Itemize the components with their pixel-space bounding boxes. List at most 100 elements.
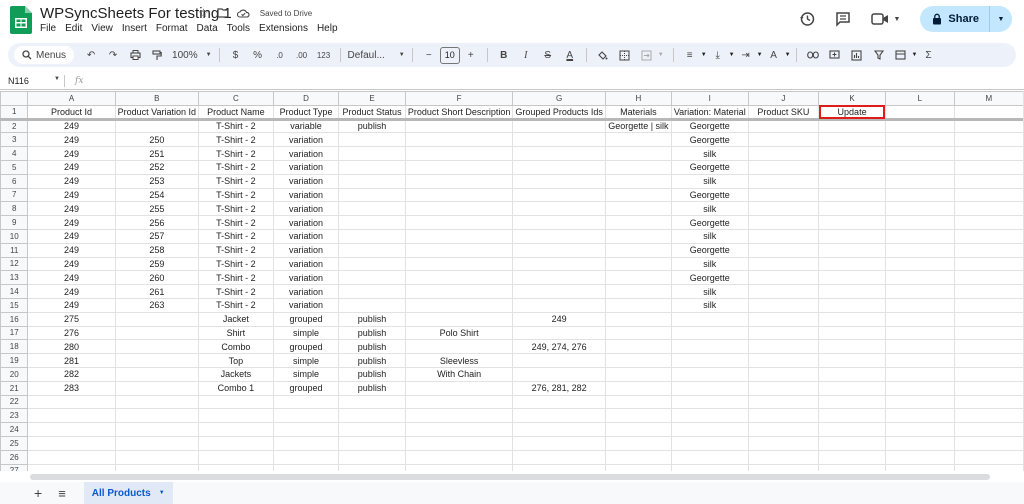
cell[interactable] — [884, 408, 955, 424]
column-header-a[interactable]: A — [27, 91, 116, 106]
header-cell[interactable]: Product Name — [198, 104, 274, 121]
cell[interactable]: 252 — [114, 159, 200, 175]
cell[interactable] — [953, 284, 1024, 299]
cell[interactable] — [747, 215, 820, 230]
cell[interactable] — [747, 146, 820, 161]
cell[interactable] — [818, 394, 886, 410]
insert-comment-icon[interactable] — [826, 45, 844, 65]
add-sheet-icon[interactable]: + — [34, 485, 42, 501]
cell[interactable] — [27, 422, 116, 437]
cell[interactable] — [747, 339, 820, 355]
column-header-i[interactable]: I — [670, 91, 749, 106]
cell[interactable] — [272, 394, 340, 410]
vertical-align-icon[interactable]: ⤓ — [709, 45, 727, 65]
cell[interactable] — [604, 422, 672, 437]
cell[interactable] — [747, 394, 820, 410]
cell[interactable]: silk — [670, 256, 749, 272]
cell[interactable]: publish — [338, 353, 406, 368]
cell[interactable]: 276, 281, 282 — [512, 380, 606, 396]
cell[interactable] — [198, 422, 274, 437]
cell[interactable] — [604, 366, 672, 382]
cell[interactable] — [512, 394, 606, 410]
filter-icon[interactable] — [870, 45, 888, 65]
cell[interactable] — [953, 339, 1024, 355]
cell[interactable] — [884, 394, 955, 410]
cell[interactable]: grouped — [272, 380, 340, 396]
cell[interactable] — [604, 297, 672, 313]
row-header[interactable]: 22 — [0, 394, 29, 410]
cell[interactable] — [338, 297, 406, 313]
cell[interactable]: T-Shirt - 2 — [198, 146, 274, 161]
name-box[interactable]: N116 ▼ — [0, 76, 64, 86]
header-cell[interactable]: Product SKU — [747, 104, 820, 121]
cell[interactable]: simple — [272, 366, 340, 382]
cell[interactable] — [747, 242, 820, 258]
cell[interactable] — [338, 173, 406, 189]
cell[interactable]: 251 — [114, 146, 200, 161]
row-header[interactable]: 12 — [0, 256, 29, 272]
menu-extensions[interactable]: Extensions — [259, 23, 308, 34]
cell[interactable] — [884, 325, 955, 341]
cell[interactable] — [512, 463, 606, 471]
cell[interactable]: variation — [272, 201, 340, 217]
cell[interactable]: T-Shirt - 2 — [198, 118, 274, 134]
cell[interactable] — [953, 380, 1024, 396]
cell[interactable]: 249 — [27, 215, 116, 230]
cell[interactable] — [512, 297, 606, 313]
cell[interactable] — [198, 463, 274, 471]
cell[interactable] — [818, 215, 886, 230]
column-header-b[interactable]: B — [114, 91, 200, 106]
cell[interactable] — [27, 449, 116, 465]
fill-color-icon[interactable] — [594, 45, 612, 65]
header-cell[interactable]: Variation: Material — [670, 104, 749, 121]
cell[interactable] — [512, 284, 606, 299]
cell[interactable] — [818, 132, 886, 148]
cell[interactable]: simple — [272, 325, 340, 341]
cell[interactable] — [338, 408, 406, 424]
cell[interactable] — [747, 463, 820, 471]
cell[interactable] — [670, 353, 749, 368]
cell[interactable]: grouped — [272, 311, 340, 327]
bold-button[interactable]: B — [495, 45, 513, 65]
cell[interactable] — [747, 256, 820, 272]
version-history-icon[interactable] — [799, 11, 815, 27]
font-select[interactable]: Defaul... ▼ — [348, 45, 405, 65]
cell[interactable]: publish — [338, 311, 406, 327]
cell[interactable] — [114, 339, 200, 355]
cell[interactable]: T-Shirt - 2 — [198, 228, 274, 244]
cell[interactable]: Top — [198, 353, 274, 368]
cell[interactable]: 256 — [114, 215, 200, 230]
row-header[interactable]: 7 — [0, 187, 29, 203]
menu-tools[interactable]: Tools — [227, 23, 250, 34]
cell[interactable]: Combo 1 — [198, 380, 274, 396]
row-header[interactable]: 3 — [0, 132, 29, 148]
cell[interactable]: T-Shirt - 2 — [198, 173, 274, 189]
cell[interactable]: T-Shirt - 2 — [198, 187, 274, 203]
cell[interactable] — [884, 159, 955, 175]
cell[interactable]: T-Shirt - 2 — [198, 201, 274, 217]
cell[interactable]: silk — [670, 228, 749, 244]
cell[interactable] — [604, 159, 672, 175]
chevron-down-icon[interactable]: ▼ — [912, 52, 918, 58]
cell[interactable]: publish — [338, 118, 406, 134]
cell[interactable] — [114, 311, 200, 327]
cell[interactable] — [404, 284, 514, 299]
cell[interactable]: variation — [272, 256, 340, 272]
cell[interactable] — [884, 463, 955, 471]
cell[interactable]: 280 — [27, 339, 116, 355]
cell[interactable] — [884, 449, 955, 465]
row-header[interactable]: 24 — [0, 422, 29, 437]
cell[interactable] — [747, 228, 820, 244]
cell[interactable] — [404, 422, 514, 437]
cell[interactable] — [404, 187, 514, 203]
cell[interactable]: Combo — [198, 339, 274, 355]
cell[interactable]: variation — [272, 284, 340, 299]
filter-views-icon[interactable] — [892, 45, 910, 65]
row-header[interactable]: 17 — [0, 325, 29, 341]
cell[interactable] — [604, 132, 672, 148]
share-dropdown[interactable]: ▼ — [990, 16, 1012, 23]
cell[interactable] — [953, 270, 1024, 286]
cell[interactable] — [338, 422, 406, 437]
cell[interactable] — [604, 353, 672, 368]
cell[interactable] — [512, 256, 606, 272]
